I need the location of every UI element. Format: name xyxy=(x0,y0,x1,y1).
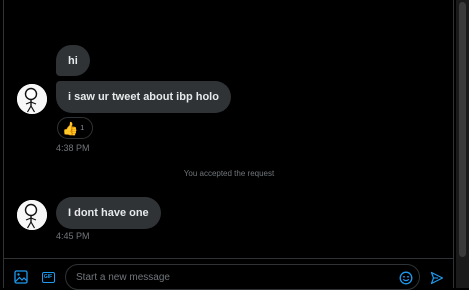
message-input[interactable]: Start a new message xyxy=(65,264,420,290)
message-bubble[interactable]: hi xyxy=(56,45,90,76)
gif-button[interactable]: GIF xyxy=(40,269,56,285)
gif-icon: GIF xyxy=(41,271,55,283)
system-notice: You accepted the request xyxy=(183,169,275,178)
avatar[interactable] xyxy=(17,84,47,114)
pane-right-border xyxy=(453,0,454,288)
reaction-count: 1 xyxy=(80,124,85,132)
avatar[interactable] xyxy=(17,200,47,230)
message-text: i saw ur tweet about ibp holo xyxy=(68,91,219,103)
reaction-pill[interactable]: 👍 1 xyxy=(57,117,93,139)
message-timestamp: 4:45 PM xyxy=(56,231,90,241)
stick-figure-avatar-icon xyxy=(17,200,47,230)
send-button[interactable] xyxy=(429,270,445,286)
emoji-icon xyxy=(399,271,413,285)
message-text: hi xyxy=(68,54,78,67)
emoji-button[interactable] xyxy=(398,270,414,286)
send-icon xyxy=(430,271,444,285)
scrollbar-thumb[interactable] xyxy=(459,2,466,257)
gif-icon-label: GIF xyxy=(43,273,53,280)
message-timestamp: 4:38 PM xyxy=(56,143,90,153)
stick-figure-avatar-icon xyxy=(17,84,47,114)
composer-divider xyxy=(3,258,454,259)
thumbs-up-icon: 👍 xyxy=(62,120,79,136)
dm-conversation-pane: hi i saw ur tweet about ibp holo 👍 1 4:3… xyxy=(0,0,469,290)
media-button[interactable] xyxy=(13,269,29,285)
message-bubble[interactable]: I dont have one xyxy=(56,197,161,229)
message-text: I dont have one xyxy=(68,207,149,219)
message-bubble[interactable]: i saw ur tweet about ibp holo xyxy=(56,81,231,113)
image-icon xyxy=(14,270,28,284)
pane-left-border xyxy=(3,0,4,288)
message-input-placeholder: Start a new message xyxy=(76,271,170,283)
